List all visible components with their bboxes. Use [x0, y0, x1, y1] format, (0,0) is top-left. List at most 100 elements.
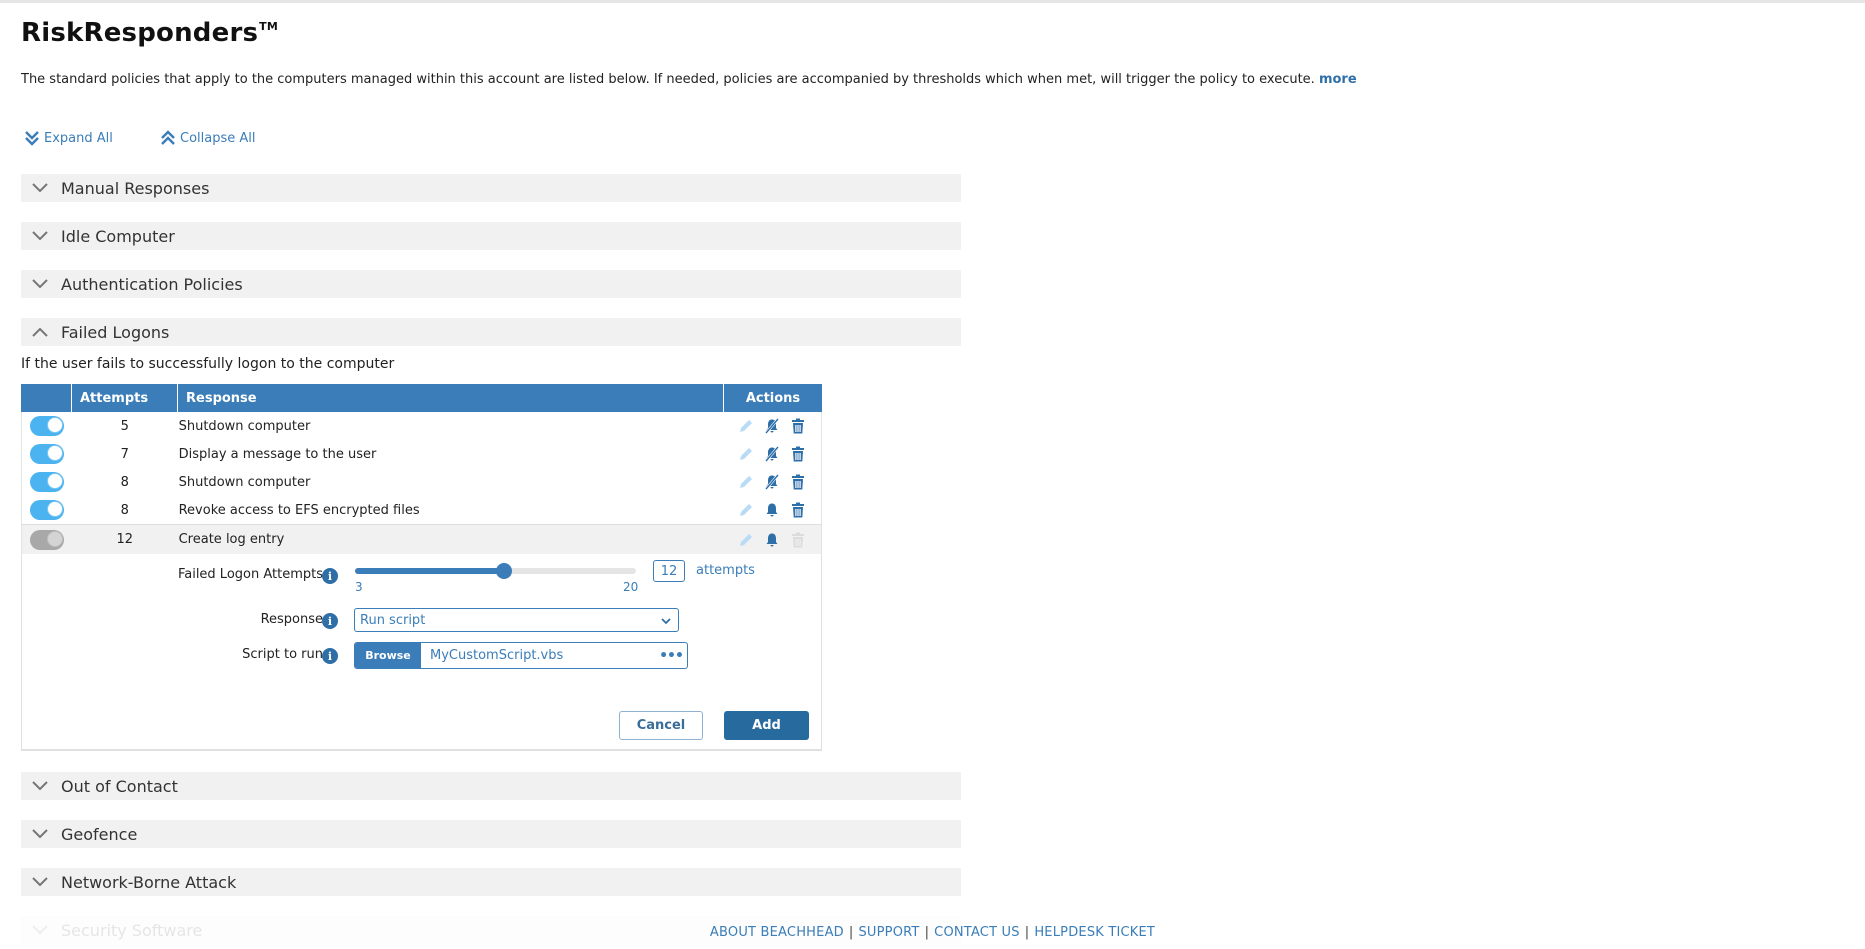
responses-table: Attempts Response Actions 5 Shutdown com… [21, 384, 822, 554]
chevron-down-icon [661, 615, 671, 630]
response-select[interactable]: Run script [354, 608, 679, 632]
slider-max-label: 20 [623, 580, 639, 594]
footer-separator: | [1024, 925, 1030, 940]
footer-link-contact[interactable]: CONTACT US [934, 925, 1020, 940]
more-link[interactable]: more [1319, 72, 1357, 87]
double-chevron-down-icon [24, 130, 40, 146]
enable-toggle[interactable] [30, 444, 64, 464]
script-label: Script to run [242, 647, 323, 662]
attempts-cell: 5 [120, 418, 129, 434]
section-label: Authentication Policies [61, 274, 243, 294]
response-select-value: Run script [360, 612, 426, 628]
footer-link-about[interactable]: ABOUT BEACHHEAD [710, 925, 844, 940]
pencil-icon[interactable] [738, 502, 754, 518]
bell-icon[interactable] [764, 502, 780, 518]
response-label: Response [260, 612, 323, 627]
trash-icon[interactable] [790, 502, 806, 518]
browse-button[interactable]: Browse [355, 643, 421, 668]
info-icon[interactable]: i [322, 568, 338, 584]
section-label: Network-Borne Attack [61, 872, 237, 892]
pencil-icon[interactable] [738, 418, 754, 434]
trash-icon[interactable] [790, 418, 806, 434]
section-network-borne-attack[interactable]: Network-Borne Attack [21, 868, 961, 896]
collapse-all-button[interactable]: Collapse All [160, 130, 256, 146]
footer-link-helpdesk[interactable]: HELPDESK TICKET [1034, 925, 1155, 940]
attempts-cell: 8 [120, 474, 129, 490]
script-filename[interactable]: MyCustomScript.vbs [421, 643, 655, 668]
double-chevron-up-icon [160, 130, 176, 146]
attempts-value-input[interactable]: 12 [653, 560, 685, 582]
slider-min-label: 3 [355, 580, 363, 594]
page-description: The standard policies that apply to the … [21, 72, 1357, 87]
attempts-unit: attempts [696, 563, 755, 578]
top-border [0, 0, 1865, 3]
section-label: Manual Responses [61, 178, 210, 198]
chevron-up-icon [31, 323, 49, 341]
description-text: The standard policies that apply to the … [21, 72, 1315, 87]
chevron-down-icon [31, 825, 49, 843]
trash-icon-disabled [790, 532, 806, 548]
section-authentication-policies[interactable]: Authentication Policies [21, 270, 961, 298]
attempts-slider[interactable] [355, 563, 636, 579]
script-file-input: Browse MyCustomScript.vbs ••• [354, 642, 688, 669]
ellipsis-icon[interactable]: ••• [655, 643, 687, 668]
add-button[interactable]: Add [724, 711, 809, 740]
column-header-attempts: Attempts [71, 384, 177, 412]
section-idle-computer[interactable]: Idle Computer [21, 222, 961, 250]
footer-link-support[interactable]: SUPPORT [858, 925, 919, 940]
enable-toggle[interactable] [30, 416, 64, 436]
chevron-down-icon [31, 275, 49, 293]
slider-fill [355, 568, 504, 574]
cancel-button[interactable]: Cancel [619, 711, 703, 740]
table-row: 7 Display a message to the user [21, 440, 822, 468]
table-row: 8 Shutdown computer [21, 468, 822, 496]
table-row: 8 Revoke access to EFS encrypted files [21, 496, 822, 524]
enable-toggle[interactable] [30, 472, 64, 492]
expand-all-button[interactable]: Expand All [24, 130, 113, 146]
bell-slash-icon[interactable] [764, 446, 780, 462]
section-label: Out of Contact [61, 776, 178, 796]
enable-toggle[interactable] [30, 500, 64, 520]
pencil-icon[interactable] [738, 446, 754, 462]
expand-all-label: Expand All [44, 130, 113, 146]
bell-slash-icon[interactable] [764, 418, 780, 434]
trash-icon[interactable] [790, 446, 806, 462]
pencil-icon[interactable] [738, 474, 754, 490]
footer: ABOUT BEACHHEAD | SUPPORT | CONTACT US | HELPD… [0, 925, 1865, 940]
attempts-label: Failed Logon Attempts [177, 567, 323, 582]
attempts-cell: 8 [120, 502, 129, 518]
table-row: 5 Shutdown computer [21, 412, 822, 440]
trademark: TM [259, 20, 279, 33]
info-icon[interactable]: i [322, 648, 338, 664]
footer-separator: | [848, 925, 854, 940]
response-cell: Revoke access to EFS encrypted files [178, 502, 420, 518]
enable-toggle[interactable] [30, 529, 64, 550]
section-geofence[interactable]: Geofence [21, 820, 961, 848]
bell-slash-icon[interactable] [764, 474, 780, 490]
table-row-selected: 12 Create log entry [21, 524, 822, 554]
section-label: Failed Logons [61, 322, 170, 342]
response-cell: Display a message to the user [178, 446, 377, 462]
response-cell: Shutdown computer [178, 474, 311, 490]
slider-thumb[interactable] [495, 563, 512, 579]
section-out-of-contact[interactable]: Out of Contact [21, 772, 961, 800]
attempts-cell: 12 [116, 532, 134, 547]
page-title: RiskRespondersTM [21, 18, 278, 48]
section-label: Geofence [61, 824, 138, 844]
trash-icon[interactable] [790, 474, 806, 490]
response-cell: Create log entry [178, 532, 285, 547]
pencil-icon[interactable] [738, 532, 754, 548]
column-header-actions: Actions [723, 384, 822, 412]
column-header-toggle [21, 384, 71, 412]
section-manual-responses[interactable]: Manual Responses [21, 174, 961, 202]
column-header-response: Response [177, 384, 723, 412]
bell-icon[interactable] [764, 532, 780, 548]
info-icon[interactable]: i [322, 613, 338, 629]
failed-logons-description: If the user fails to successfully logon … [21, 356, 395, 372]
chevron-down-icon [31, 873, 49, 891]
section-label: Idle Computer [61, 226, 175, 246]
chevron-down-icon [31, 179, 49, 197]
collapse-all-label: Collapse All [180, 130, 256, 146]
section-failed-logons[interactable]: Failed Logons [21, 318, 961, 346]
table-header: Attempts Response Actions [21, 384, 822, 412]
